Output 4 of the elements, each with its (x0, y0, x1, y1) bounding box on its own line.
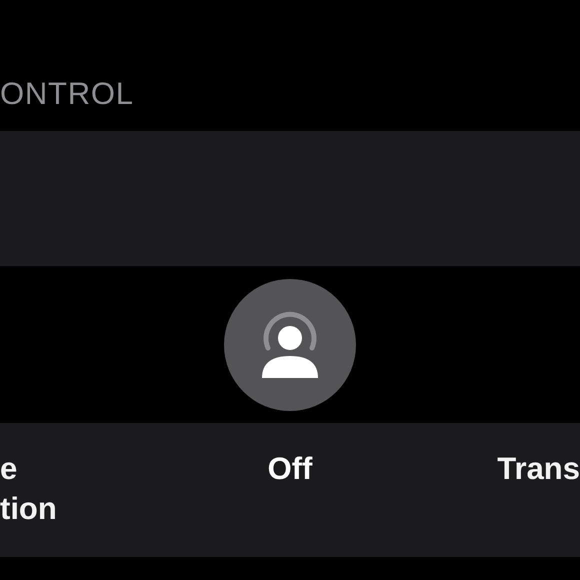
mode-label[interactable]: Trans (497, 449, 580, 489)
mode-label[interactable]: e tion (0, 449, 57, 529)
mode-label[interactable]: Off (268, 449, 312, 489)
section-header: ONTROL (0, 78, 134, 109)
